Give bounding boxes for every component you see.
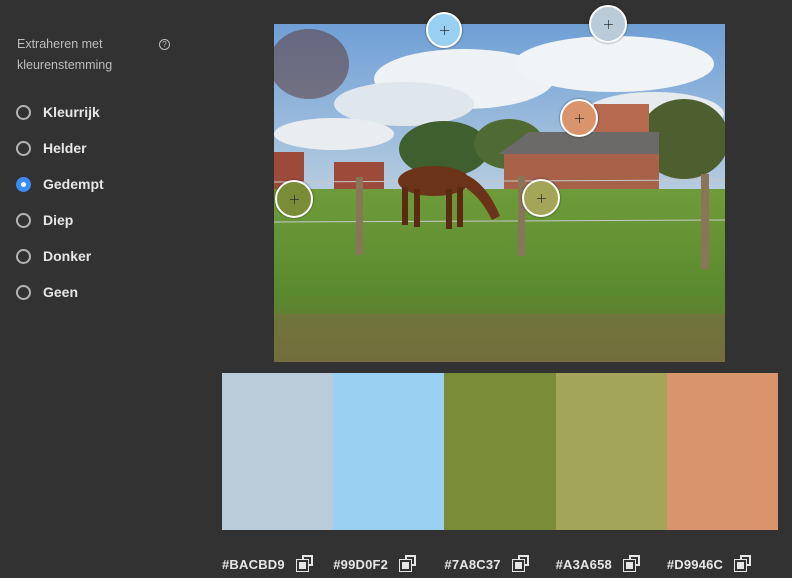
color-marker-2[interactable]: [589, 5, 627, 43]
option-label: Donker: [43, 248, 92, 264]
color-marker-3[interactable]: [560, 99, 598, 137]
hex-label: #99D0F2: [333, 556, 389, 572]
hex-label: #BACBD9: [222, 556, 285, 572]
hex-item-1: #BACBD9: [222, 553, 333, 575]
swatch-2[interactable]: [333, 373, 445, 530]
swatch-5[interactable]: [666, 373, 779, 530]
color-mood-options: Kleurrijk Helder Gedempt Diep Donker Gee…: [16, 94, 104, 310]
hex-label: #D9946C: [666, 556, 724, 572]
hex-label: #A3A658: [555, 556, 612, 572]
mood-panel-title: Extraheren met kleurenstemming: [17, 37, 113, 72]
radio-kleurrijk[interactable]: [16, 104, 31, 120]
hex-item-2: #99D0F2: [333, 553, 444, 575]
color-marker-5[interactable]: [522, 179, 560, 217]
copy-icon[interactable]: [512, 555, 530, 573]
swatch-4[interactable]: [555, 373, 667, 530]
help-icon[interactable]: ?: [159, 39, 170, 50]
option-gedempt[interactable]: Gedempt: [16, 166, 104, 202]
hex-codes: #BACBD9 #99D0F2 #7A8C37 #A3A658 #D9946C: [222, 553, 778, 575]
option-label: Kleurrijk: [43, 104, 100, 120]
option-label: Helder: [43, 140, 87, 156]
option-geen[interactable]: Geen: [16, 274, 104, 310]
swatch-1[interactable]: [222, 373, 334, 530]
option-helder[interactable]: Helder: [16, 130, 104, 166]
copy-icon[interactable]: [623, 555, 641, 573]
swatch-3[interactable]: [444, 373, 556, 530]
option-kleurrijk[interactable]: Kleurrijk: [16, 94, 104, 130]
radio-gedempt[interactable]: [16, 176, 31, 192]
radio-diep[interactable]: [16, 212, 31, 228]
option-donker[interactable]: Donker: [16, 238, 104, 274]
source-photo: [274, 24, 725, 362]
color-marker-1[interactable]: [426, 12, 462, 48]
option-diep[interactable]: Diep: [16, 202, 104, 238]
color-marker-4[interactable]: [275, 180, 313, 218]
hex-item-4: #A3A658: [556, 553, 667, 575]
option-label: Gedempt: [43, 176, 104, 192]
radio-helder[interactable]: [16, 140, 31, 156]
radio-donker[interactable]: [16, 248, 31, 264]
copy-icon[interactable]: [734, 555, 752, 573]
copy-icon[interactable]: [399, 555, 417, 573]
radio-geen[interactable]: [16, 284, 31, 300]
hex-item-3: #7A8C37: [444, 553, 555, 575]
copy-icon[interactable]: [296, 555, 314, 573]
option-label: Geen: [43, 284, 79, 300]
palette-swatches: [222, 373, 779, 530]
hex-item-5: #D9946C: [667, 553, 778, 575]
hex-label: #7A8C37: [444, 556, 501, 572]
option-label: Diep: [43, 212, 74, 228]
